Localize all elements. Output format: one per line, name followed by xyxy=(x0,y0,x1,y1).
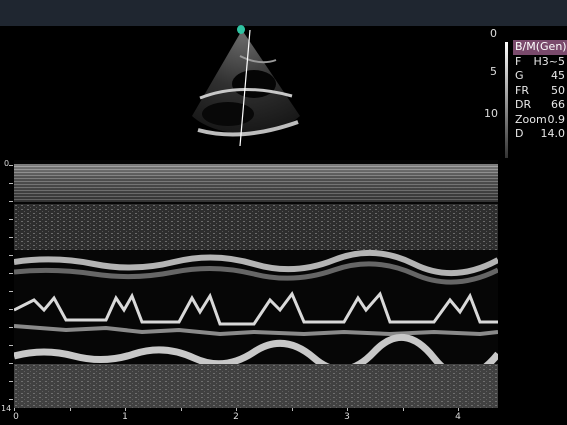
time-axis: 0 1 2 3 4 xyxy=(13,408,498,425)
depth-tick xyxy=(9,399,13,400)
mode-badge: B/M(Gen) xyxy=(513,40,567,55)
depth-tick xyxy=(9,201,13,202)
time-label-0: 0 xyxy=(13,412,19,422)
depth-tick xyxy=(9,363,13,364)
depth-label-10: 10 xyxy=(484,107,498,120)
time-tick xyxy=(403,408,404,411)
depth-tick xyxy=(9,345,13,346)
time-tick xyxy=(292,408,293,411)
depth-tick xyxy=(9,381,13,382)
m-mode-depth-bottom-label: 14 xyxy=(1,404,12,413)
time-tick xyxy=(458,408,459,411)
depth-tick xyxy=(9,291,13,292)
param-row-frequency: F H3~5 xyxy=(515,54,565,68)
param-row-dynamic-range: DR 66 xyxy=(515,98,565,111)
time-tick xyxy=(347,408,348,411)
depth-label-0: 0 xyxy=(490,27,497,40)
depth-tick xyxy=(9,237,13,238)
depth-tick xyxy=(9,255,13,256)
time-label-1: 1 xyxy=(122,412,128,422)
grayscale-bar xyxy=(505,42,508,158)
time-tick xyxy=(236,408,237,411)
imaging-parameters-panel: B/M(Gen) F H3~5 G 45 FR 50 DR 66 Zoom 0.9 D 14… xyxy=(513,40,567,142)
time-label-3: 3 xyxy=(344,412,350,422)
m-mode-depth-scale: 0 14 xyxy=(0,159,14,413)
m-mode-depth-top-label: 0 xyxy=(4,159,10,168)
m-mode-trace[interactable] xyxy=(14,160,498,408)
param-row-frame-rate: FR 50 xyxy=(515,83,565,97)
depth-tick xyxy=(9,327,13,328)
depth-tick xyxy=(9,183,13,184)
time-tick xyxy=(14,408,15,411)
depth-label-5: 5 xyxy=(490,65,497,78)
time-label-4: 4 xyxy=(455,412,461,422)
orientation-dot-icon xyxy=(237,25,245,34)
param-row-depth: D 14.0 xyxy=(515,127,565,140)
time-label-2: 2 xyxy=(233,412,239,422)
depth-tick xyxy=(9,309,13,310)
time-tick xyxy=(125,408,126,411)
param-row-zoom: Zoom 0.9 xyxy=(515,112,565,126)
b-mode-sector-image[interactable] xyxy=(180,26,310,152)
depth-tick xyxy=(9,165,13,166)
time-tick xyxy=(70,408,71,411)
depth-tick xyxy=(9,219,13,220)
time-tick xyxy=(181,408,182,411)
depth-tick xyxy=(9,273,13,274)
param-row-gain: G 45 xyxy=(515,69,565,82)
top-toolbar xyxy=(0,0,567,26)
